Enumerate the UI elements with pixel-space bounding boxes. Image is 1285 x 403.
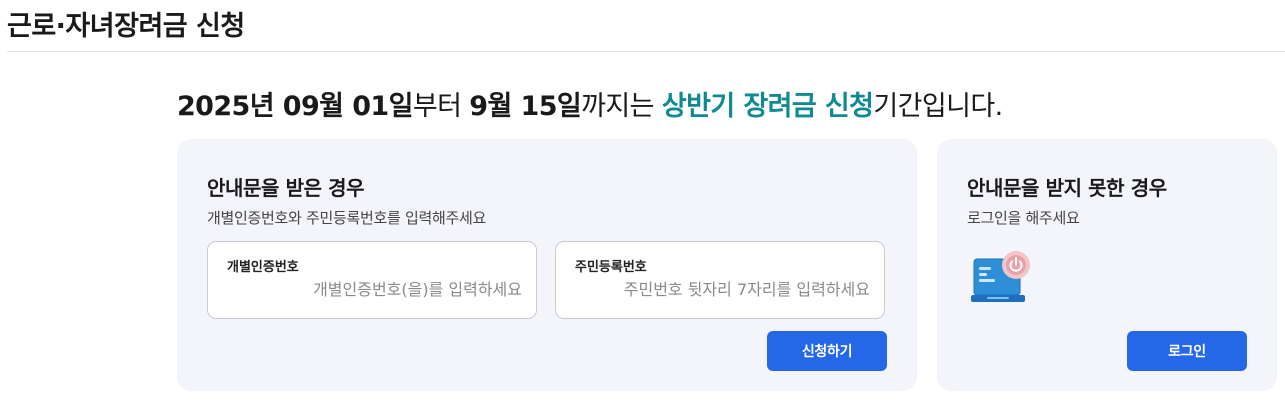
computer-power-icon — [971, 251, 1030, 302]
period-highlight: 상반기 장려금 신청 — [661, 91, 874, 122]
notice-not-received-card: 안내문을 받지 못한 경우 로그인을 해주세요 로그인 — [937, 139, 1277, 391]
auth-number-label: 개별인증번호 — [227, 260, 299, 275]
notice-not-received-subtitle: 로그인을 해주세요 — [967, 209, 1080, 227]
resident-number-label: 주민등록번호 — [575, 260, 647, 275]
apply-button[interactable]: 신청하기 — [767, 331, 887, 371]
period-until-text: 까지는 — [581, 91, 662, 122]
period-from-text: 부터 — [412, 91, 470, 122]
resident-number-input[interactable] — [570, 280, 870, 299]
auth-number-input[interactable] — [222, 280, 522, 299]
notice-received-subtitle: 개별인증번호와 주민등록번호를 입력해주세요 — [207, 209, 486, 227]
page-title: 근로·자녀장려금 신청 — [7, 11, 245, 42]
auth-number-field[interactable]: 개별인증번호 — [207, 241, 537, 319]
period-end-date: 9월 15일 — [469, 91, 582, 122]
notice-received-title: 안내문을 받은 경우 — [207, 176, 365, 200]
application-period-banner: 2025년 09월 01일부터 9월 15일까지는 상반기 장려금 신청기간입니… — [177, 84, 1003, 123]
login-button[interactable]: 로그인 — [1127, 331, 1247, 371]
notice-not-received-title: 안내문을 받지 못한 경우 — [967, 176, 1167, 200]
period-start-date: 2025년 09월 01일 — [177, 91, 413, 122]
title-divider — [7, 51, 1285, 52]
resident-number-field[interactable]: 주민등록번호 — [555, 241, 885, 319]
period-tail-text: 기간입니다. — [873, 91, 1003, 122]
notice-received-card: 안내문을 받은 경우 개별인증번호와 주민등록번호를 입력해주세요 개별인증번호… — [177, 139, 917, 391]
